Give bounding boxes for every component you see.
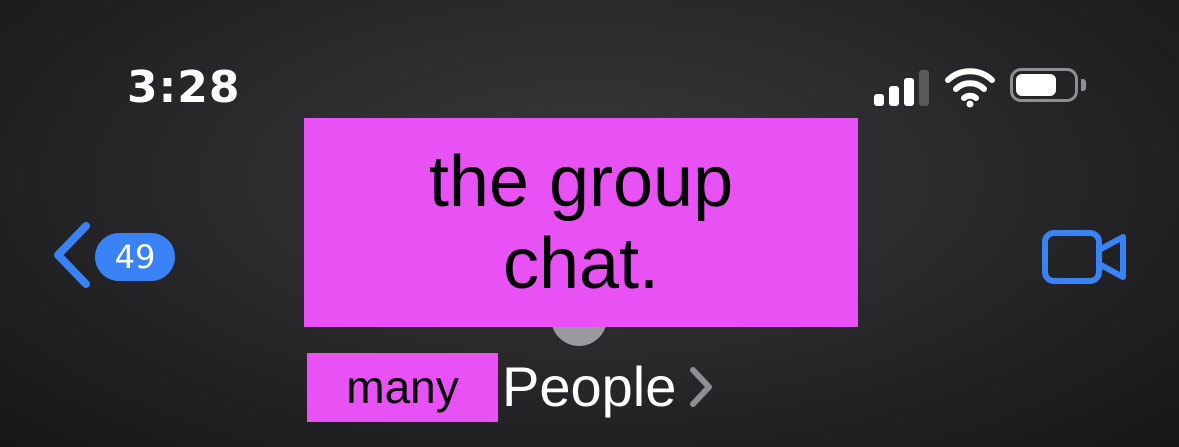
chevron-left-icon bbox=[54, 222, 90, 288]
back-button[interactable]: 49 bbox=[48, 220, 178, 292]
people-label: People bbox=[502, 355, 677, 418]
video-camera-icon[interactable] bbox=[1040, 226, 1130, 288]
member-count-label: many bbox=[307, 352, 498, 422]
conversation-title-text: the group chat. bbox=[428, 141, 734, 304]
wifi-icon bbox=[945, 68, 995, 108]
battery-icon bbox=[1010, 68, 1090, 106]
unread-count-badge: 49 bbox=[95, 233, 175, 281]
status-time: 3:28 bbox=[127, 62, 241, 113]
conversation-title: the group chat. bbox=[304, 118, 858, 327]
cellular-signal-icon bbox=[874, 68, 932, 106]
conversation-details-link[interactable]: many People bbox=[307, 352, 714, 422]
chevron-right-icon bbox=[690, 367, 713, 407]
